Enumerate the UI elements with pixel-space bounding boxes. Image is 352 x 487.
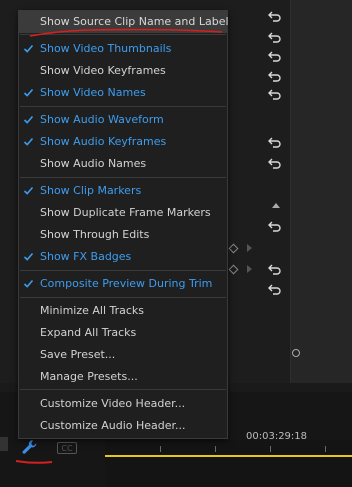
menu-item-label: Manage Presets... [40, 370, 138, 383]
checkmark-icon [23, 115, 34, 124]
menu-item-show-audio-names[interactable]: Show Audio Names [19, 153, 227, 175]
menu-item-label: Composite Preview During Trim [40, 277, 213, 290]
reset-icon[interactable] [268, 136, 282, 148]
menu-item-show-video-names[interactable]: Show Video Names [19, 82, 227, 104]
menu-item-label: Show Clip Markers [40, 184, 142, 197]
menu-item-label: Save Preset... [40, 348, 116, 361]
timeline-track-area [290, 0, 352, 383]
menu-item-show-fx-badges[interactable]: Show FX Badges [19, 246, 227, 268]
checkmark-icon [23, 186, 34, 195]
menu-item-label: Expand All Tracks [40, 326, 137, 339]
menu-item-label: Show Video Thumbnails [40, 42, 172, 55]
menu-item-customize-video-header[interactable]: Customize Video Header... [19, 393, 227, 415]
menu-item-show-clip-markers[interactable]: Show Clip Markers [19, 180, 227, 202]
track-toggle-icon[interactable] [0, 437, 8, 451]
reset-icon[interactable] [268, 70, 282, 82]
reset-icon[interactable] [268, 31, 282, 43]
reset-icon[interactable] [268, 50, 282, 62]
menu-item-show-duplicate-frame-markers[interactable]: Show Duplicate Frame Markers [19, 202, 227, 224]
ruler-tick [325, 446, 326, 452]
wrench-icon[interactable] [18, 437, 42, 457]
menu-item-show-through-edits[interactable]: Show Through Edits [19, 224, 227, 246]
menu-item-manage-presets[interactable]: Manage Presets... [19, 366, 227, 388]
timeline-ruler[interactable] [105, 440, 352, 487]
next-keyframe-icon[interactable] [247, 244, 252, 252]
menu-item-label: Show Audio Keyframes [40, 135, 167, 148]
menu-item-label: Customize Audio Header... [40, 419, 186, 432]
work-area-bar[interactable] [105, 455, 352, 457]
ruler-tick [160, 446, 161, 452]
checkmark-icon [23, 137, 34, 146]
menu-item-label: Customize Video Header... [40, 397, 186, 410]
reset-icon[interactable] [268, 283, 282, 295]
menu-item-customize-audio-header[interactable]: Customize Audio Header... [19, 415, 227, 437]
menu-separator [20, 297, 226, 298]
menu-separator [20, 270, 226, 271]
ruler-tick [270, 446, 271, 452]
menu-item-show-video-thumbnails[interactable]: Show Video Thumbnails [19, 38, 227, 60]
menu-item-label: Show Through Edits [40, 228, 150, 241]
reset-icon[interactable] [268, 157, 282, 169]
menu-separator [20, 389, 226, 390]
checkmark-icon [23, 252, 34, 261]
menu-item-label: Show FX Badges [40, 250, 132, 263]
reset-icon[interactable] [268, 10, 282, 22]
next-keyframe-icon[interactable] [247, 265, 252, 273]
menu-item-label: Show Audio Names [40, 157, 147, 170]
menu-item-show-audio-waveform[interactable]: Show Audio Waveform [19, 109, 227, 131]
captions-icon[interactable]: CC [57, 442, 77, 454]
checkmark-icon [23, 279, 34, 288]
red-annotation-underline [29, 28, 223, 37]
menu-item-save-preset[interactable]: Save Preset... [19, 344, 227, 366]
menu-item-minimize-all-tracks[interactable]: Minimize All Tracks [19, 300, 227, 322]
collapse-arrow-icon[interactable] [272, 203, 280, 208]
ruler-tick [215, 446, 216, 452]
menu-separator [20, 106, 226, 107]
timeline-display-settings-menu: Show Source Clip Name and Label Show Vide… [18, 10, 229, 439]
menu-item-show-audio-keyframes[interactable]: Show Audio Keyframes [19, 131, 227, 153]
checkmark-icon [23, 44, 34, 53]
menu-item-label: Show Audio Waveform [40, 113, 164, 126]
menu-item-expand-all-tracks[interactable]: Expand All Tracks [19, 322, 227, 344]
reset-icon[interactable] [268, 88, 282, 100]
timecode-label: 00:03:29:18 [246, 431, 308, 442]
checkmark-icon [23, 88, 34, 97]
scrollbar-handle[interactable] [292, 349, 300, 357]
menu-item-label: Minimize All Tracks [40, 304, 145, 317]
menu-separator [20, 177, 226, 178]
reset-icon[interactable] [268, 220, 282, 232]
menu-item-composite-preview-during-trim[interactable]: Composite Preview During Trim [19, 273, 227, 295]
reset-icon[interactable] [268, 263, 282, 275]
red-annotation-underline [15, 460, 53, 464]
menu-item-label: Show Video Names [40, 86, 146, 99]
menu-item-label: Show Duplicate Frame Markers [40, 206, 211, 219]
menu-item-show-video-keyframes[interactable]: Show Video Keyframes [19, 60, 227, 82]
menu-item-label: Show Video Keyframes [40, 64, 166, 77]
